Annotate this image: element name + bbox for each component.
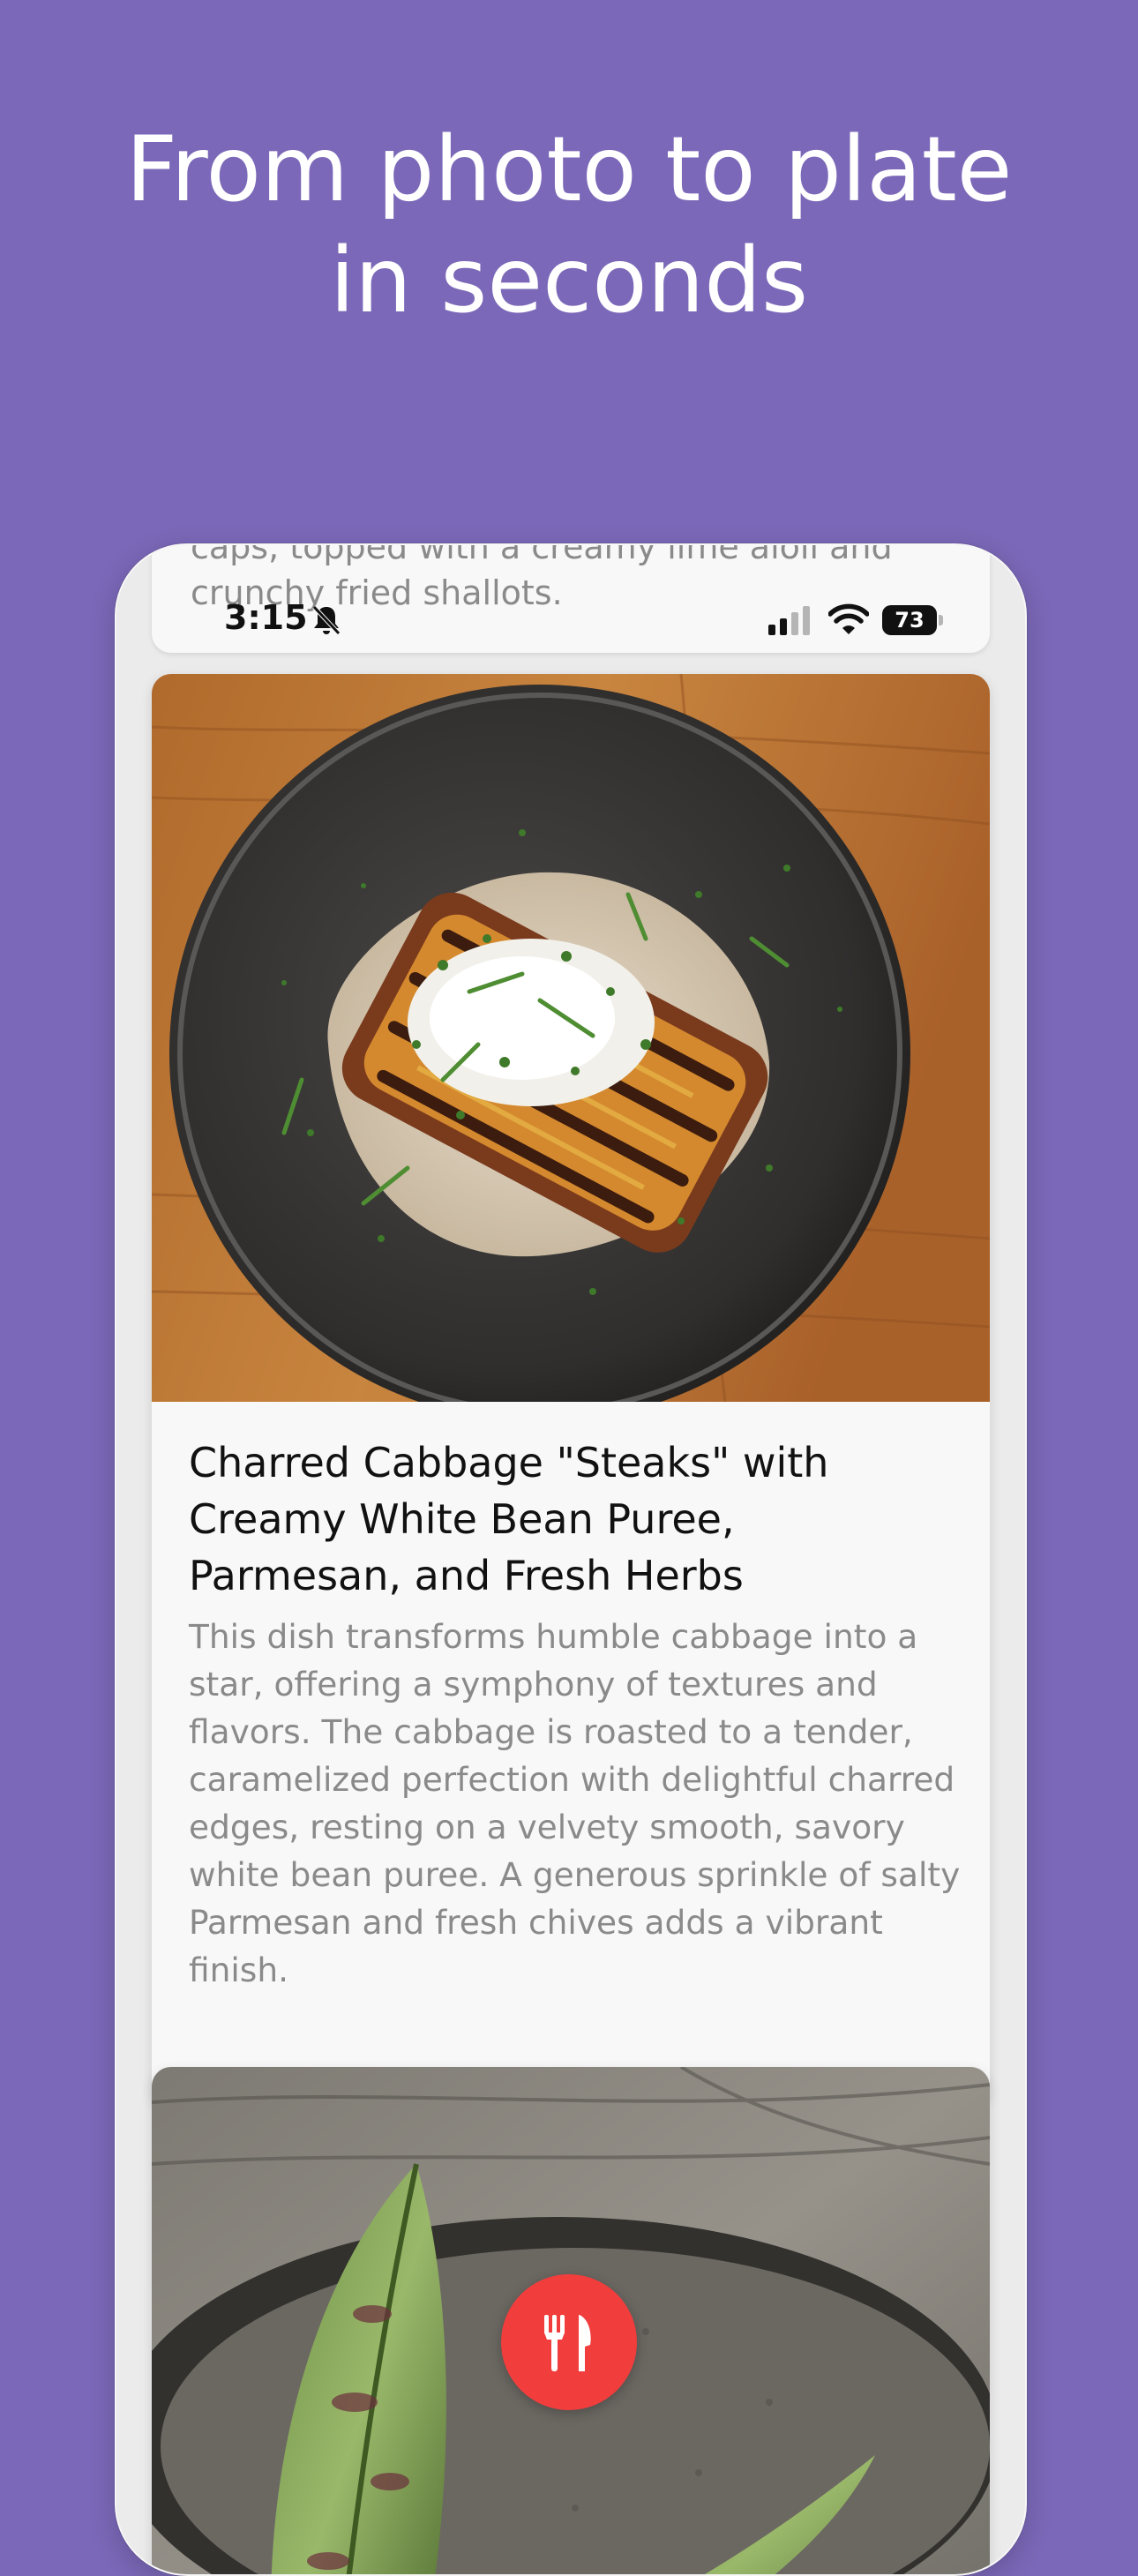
- utensils-icon: [544, 2315, 591, 2371]
- battery-icon: 73: [882, 605, 946, 635]
- headline-line-2: in seconds: [329, 228, 809, 334]
- headline: From photo to plate in seconds: [0, 115, 1138, 338]
- recipe-description: This dish transforms humble cabbage into…: [189, 1617, 961, 1989]
- phone-screen: caps, topped with a creamy lime aioli an…: [115, 543, 1027, 2576]
- status-time: 3:15: [224, 598, 308, 637]
- cook-fab-button[interactable]: [501, 2274, 637, 2410]
- previous-recipe-text-line: caps, topped with a creamy lime aioli an…: [191, 543, 893, 566]
- status-bar: 3:15 73: [152, 595, 990, 648]
- wifi-icon: [828, 603, 869, 634]
- battery-nub: [939, 615, 943, 625]
- recipe-card[interactable]: Charred Cabbage "Steaks" with Creamy Whi…: [152, 674, 990, 2108]
- recipe-feed[interactable]: caps, topped with a creamy lime aioli an…: [152, 545, 990, 2574]
- headline-line-1: From photo to plate: [125, 117, 1013, 222]
- bell-off-icon: [312, 605, 341, 635]
- recipe-title: Charred Cabbage "Steaks" with Creamy Whi…: [189, 1439, 829, 1599]
- battery-level: 73: [882, 605, 937, 635]
- signal-icon: [768, 606, 810, 635]
- charred-cabbage-dish-photo: [152, 674, 990, 1402]
